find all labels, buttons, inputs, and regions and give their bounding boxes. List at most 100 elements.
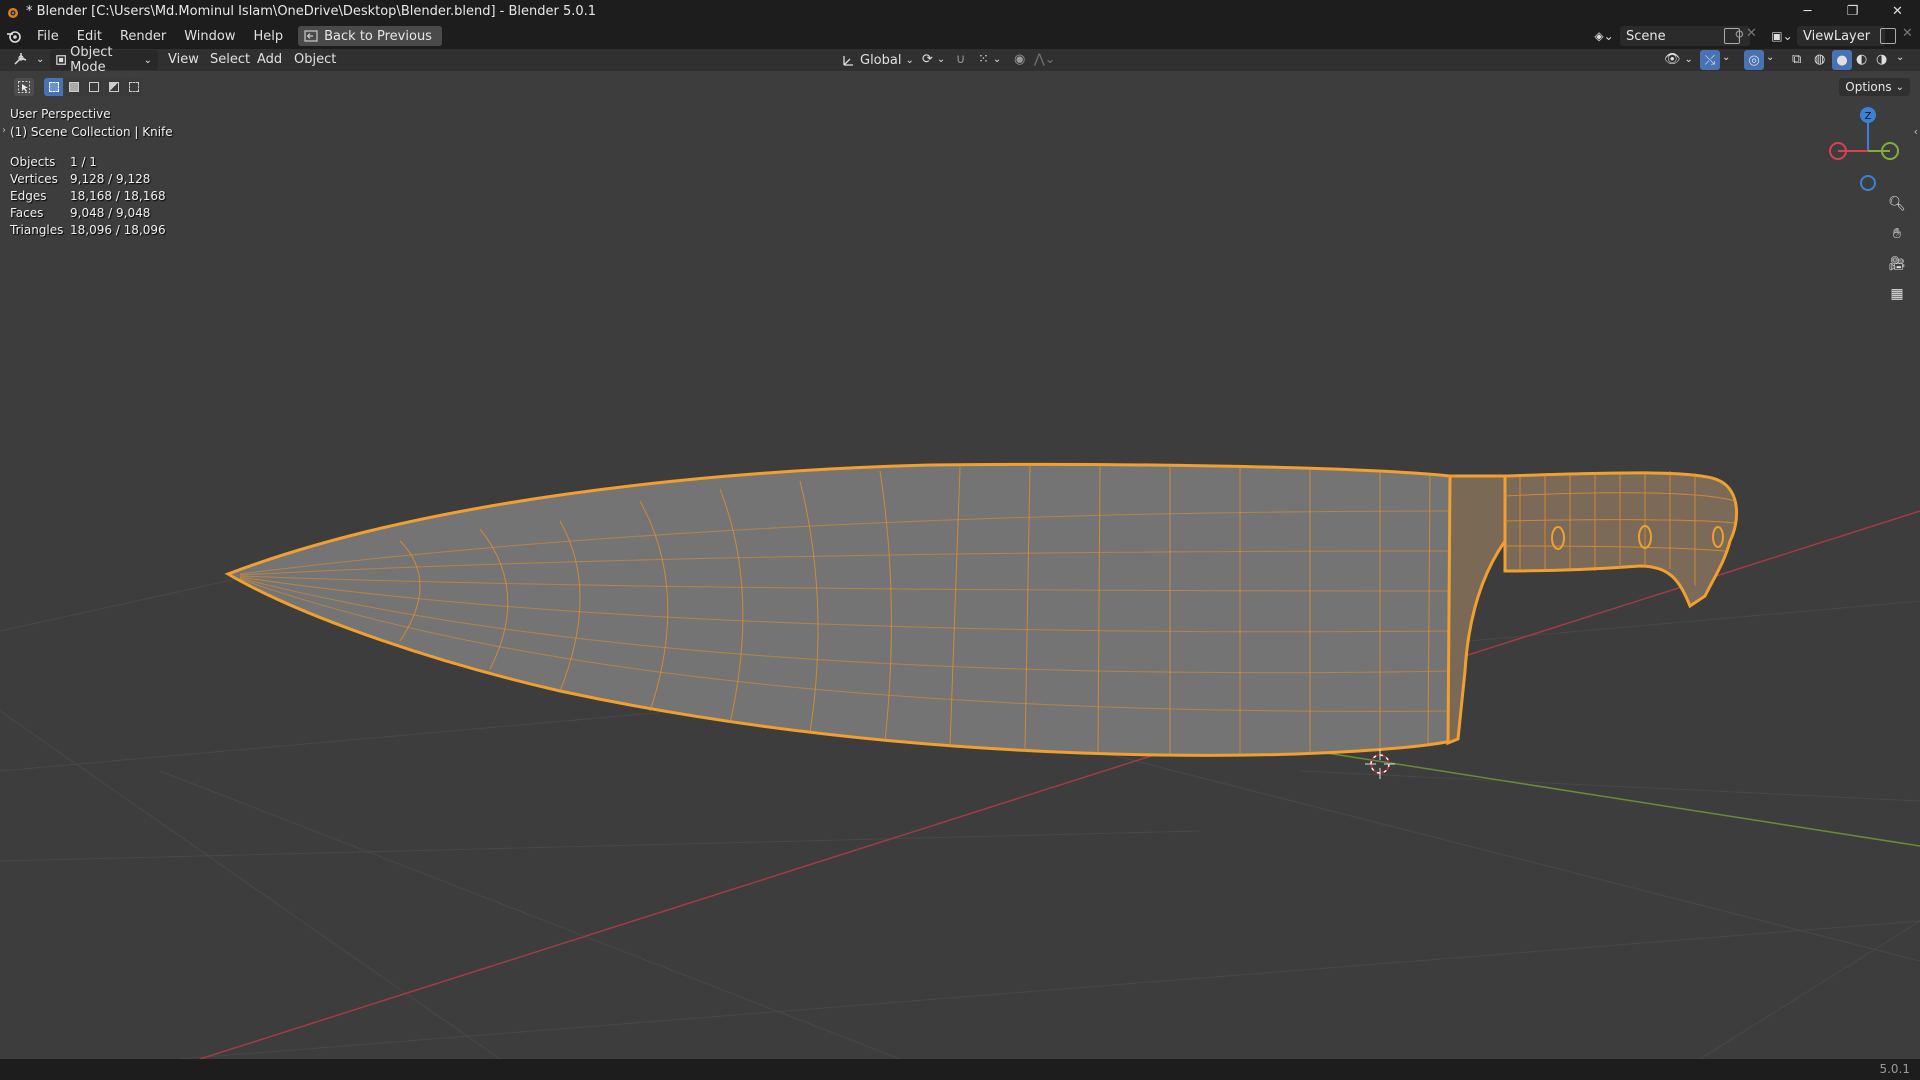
window-controls: ─ ❐ ✕ xyxy=(1785,0,1920,23)
select-tool-button[interactable] xyxy=(14,78,34,96)
stat-value: 18,168 / 18,168 xyxy=(70,188,166,203)
falloff-dropdown[interactable]: ⋀⌄ xyxy=(1034,52,1056,67)
3d-viewport[interactable]: Z Options ⌄ User Perspective (1) Scene C… xyxy=(0,71,1920,1059)
y-axis-line xyxy=(1249,740,1920,847)
shading-solid[interactable]: ● xyxy=(1832,50,1852,70)
view-layer-selector[interactable]: ViewLayer xyxy=(1797,26,1885,46)
rendered-sphere-icon: ◑ xyxy=(1876,52,1888,67)
scene-type-icon[interactable]: ◈⌄ xyxy=(1590,26,1618,46)
remove-view-layer-icon[interactable]: ✕ xyxy=(1902,26,1913,41)
gizmo-toggle[interactable]: ⤯ xyxy=(1700,50,1720,70)
blender-menu-icon[interactable] xyxy=(6,28,22,44)
mode-dropdown[interactable]: Object Mode ⌄ xyxy=(50,45,158,75)
stat-label: Edges xyxy=(10,188,47,203)
new-scene-icon[interactable] xyxy=(1724,28,1740,44)
minimize-button[interactable]: ─ xyxy=(1785,0,1830,23)
viewport-canvas: Z xyxy=(0,107,1920,1059)
stat-label: Vertices xyxy=(10,171,58,186)
grid-line xyxy=(179,920,1920,1059)
grid-line xyxy=(1699,920,1920,1059)
stat-label: Objects xyxy=(10,154,56,169)
menu-window[interactable]: Window xyxy=(175,29,244,44)
knife-object xyxy=(224,462,1739,757)
back-to-previous-button[interactable]: Back to Previous xyxy=(298,26,442,46)
zoom-button[interactable]: 🔍︎ xyxy=(1884,191,1910,217)
new-view-layer-icon[interactable] xyxy=(1880,28,1896,44)
menu-add[interactable]: Add xyxy=(257,52,282,67)
overlays-toggle[interactable]: ◎ xyxy=(1744,50,1764,70)
object-mode-icon xyxy=(56,55,66,65)
options-label: Options xyxy=(1845,80,1892,94)
close-button[interactable]: ✕ xyxy=(1875,0,1920,23)
snap-toggle[interactable]: ∪ xyxy=(956,52,966,67)
overlays-icon: ◎ xyxy=(1748,52,1760,68)
select-extend-button[interactable] xyxy=(64,78,83,96)
grid-line xyxy=(0,710,501,1059)
stat-value: 9,048 / 9,048 xyxy=(70,205,151,220)
select-subtract-button[interactable] xyxy=(84,78,103,96)
shading-wireframe[interactable]: ◍ xyxy=(1814,52,1825,67)
select-invert-icon xyxy=(108,82,119,92)
editor-type-button[interactable]: ⌄ xyxy=(12,51,44,67)
stat-row: Objects 1 / 1 xyxy=(10,153,166,170)
toggle-ortho-button[interactable]: ▦ xyxy=(1884,281,1910,307)
xray-toggle[interactable]: ⧉ xyxy=(1792,52,1801,67)
pivot-icon: ⟳ xyxy=(922,52,933,67)
maximize-button[interactable]: ❐ xyxy=(1830,0,1875,23)
selection-mode-group xyxy=(44,78,143,96)
menu-file[interactable]: File xyxy=(28,29,68,44)
options-dropdown[interactable]: Options ⌄ xyxy=(1839,78,1910,96)
overlays-dropdown[interactable]: ⌄ xyxy=(1766,52,1774,63)
grid-icon: ▦ xyxy=(1890,286,1904,302)
menu-edit[interactable]: Edit xyxy=(68,29,111,44)
remove-scene-icon[interactable]: ✕ xyxy=(1746,26,1757,41)
shading-rendered[interactable]: ◑ xyxy=(1876,52,1887,67)
shading-dropdown[interactable]: ⌄ xyxy=(1896,52,1904,63)
proportional-edit-toggle[interactable]: ◉ xyxy=(1014,52,1025,67)
title-bar: * Blender [C:\Users\Md.Mominul Islam\One… xyxy=(0,0,1920,23)
sidebar-expand-icon[interactable]: › xyxy=(2,125,6,136)
screen-back-icon xyxy=(304,30,318,42)
gizmo-neg-z-icon xyxy=(1860,175,1876,191)
view-perspective-label: User Perspective xyxy=(10,107,111,121)
gizmo-dropdown[interactable]: ⌄ xyxy=(1722,52,1730,63)
stat-value: 9,128 / 9,128 xyxy=(70,171,151,186)
chevron-down-icon: ⌄ xyxy=(1895,81,1904,93)
zoom-magnifier-icon: 🔍︎ xyxy=(1888,196,1906,212)
viewport-header: ⌄ Object Mode ⌄ View Select Add Object G… xyxy=(0,45,1920,75)
select-subtract-icon xyxy=(88,82,99,92)
sidebar-toggle-icon[interactable]: ‹ xyxy=(1914,125,1918,138)
stat-row: Edges 18,168 / 18,168 xyxy=(10,187,166,204)
select-intersect-icon xyxy=(128,82,139,92)
knife-bolster xyxy=(1446,474,1507,746)
window-title: * Blender [C:\Users\Md.Mominul Islam\One… xyxy=(26,4,597,19)
shading-material[interactable]: ◐ xyxy=(1856,52,1867,67)
select-invert-button[interactable] xyxy=(104,78,123,96)
xray-icon: ⧉ xyxy=(1792,52,1802,67)
transform-orientation-dropdown[interactable]: Global ⌄ xyxy=(838,50,918,70)
top-menubar: File Edit Render Window Help Back to Pre… xyxy=(0,23,1920,49)
menu-help[interactable]: Help xyxy=(245,29,293,44)
menu-render[interactable]: Render xyxy=(111,29,175,44)
snap-grid-icon: ⁙ xyxy=(978,52,989,67)
menu-object[interactable]: Object xyxy=(294,52,336,67)
menu-view[interactable]: View xyxy=(168,52,199,67)
3d-viewport-icon xyxy=(14,53,27,65)
pan-button[interactable]: ✋︎ xyxy=(1884,221,1910,247)
cursor-arrow-icon xyxy=(18,81,30,93)
select-new-button[interactable] xyxy=(44,78,63,96)
stat-row: Vertices 9,128 / 9,128 xyxy=(10,170,166,187)
pivot-point-dropdown[interactable]: ⟳ ⌄ xyxy=(922,52,945,67)
camera-view-button[interactable]: 🎥︎ xyxy=(1884,251,1910,277)
chevron-down-icon: ⌄ xyxy=(905,54,914,66)
gizmo-icon: ⤯ xyxy=(1704,52,1716,68)
select-intersect-button[interactable] xyxy=(124,78,143,96)
orientation-label: Global xyxy=(860,52,902,68)
visibility-dropdown[interactable]: 👁︎ ⌄ xyxy=(1664,52,1693,67)
snap-target-dropdown[interactable]: ⁙ ⌄ xyxy=(978,52,1001,67)
grid-line xyxy=(1299,770,1920,802)
magnet-icon: ∪ xyxy=(956,52,966,67)
view-layer-type-icon[interactable]: ▣⌄ xyxy=(1768,26,1796,46)
hand-icon: ✋︎ xyxy=(1893,226,1901,242)
menu-select[interactable]: Select xyxy=(210,52,250,67)
